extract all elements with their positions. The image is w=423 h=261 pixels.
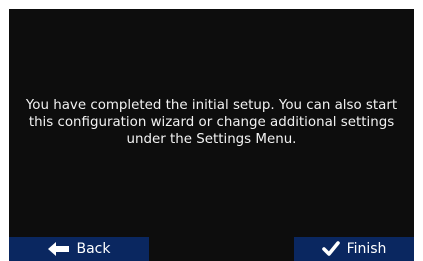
setup-complete-screen: You have completed the initial setup. Yo…	[9, 9, 414, 261]
checkmark-icon	[321, 241, 340, 257]
arrow-left-icon	[47, 242, 70, 256]
completion-message: You have completed the initial setup. Yo…	[25, 98, 398, 147]
back-button-label: Back	[76, 241, 111, 257]
finish-button[interactable]: Finish	[294, 237, 414, 261]
back-button[interactable]: Back	[9, 237, 149, 261]
finish-button-label: Finish	[346, 241, 387, 257]
